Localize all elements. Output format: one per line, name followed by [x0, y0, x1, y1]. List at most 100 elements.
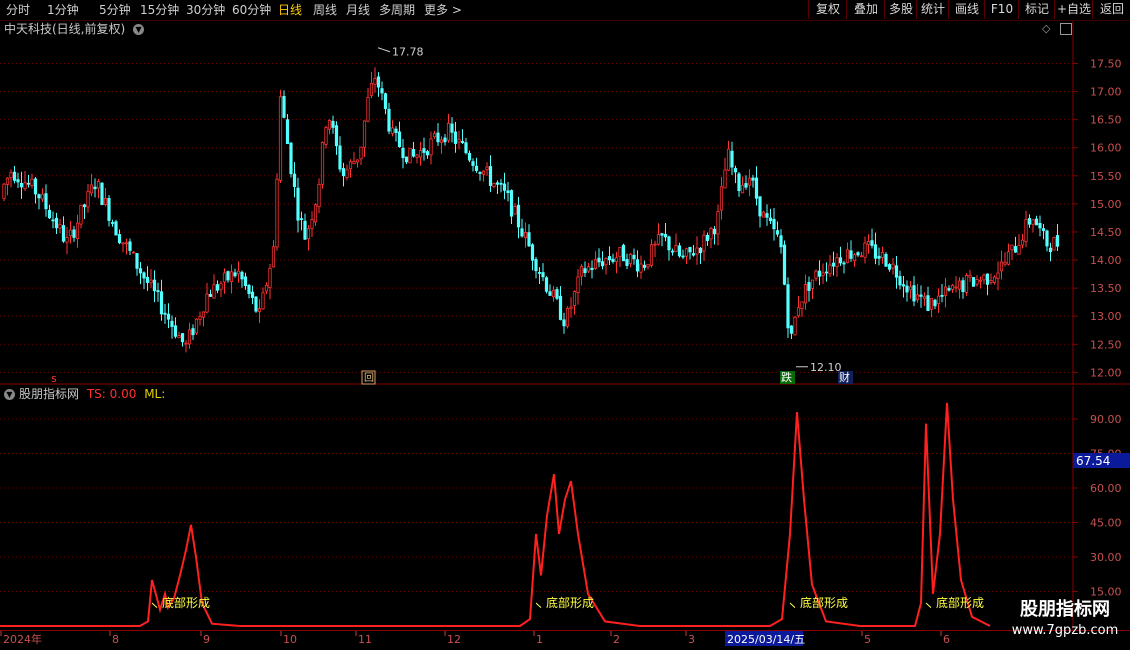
candle-body	[705, 234, 710, 241]
indicator-tick-label: 90.00	[1090, 413, 1122, 426]
candle-body	[1013, 246, 1018, 253]
tab-weekly[interactable]: 周线	[313, 2, 337, 18]
marker-die[interactable]: 跌	[781, 370, 792, 384]
candle-body	[432, 133, 437, 138]
candle-body	[250, 291, 255, 298]
tab-1min[interactable]: 1分钟	[47, 2, 79, 18]
candle-body	[194, 318, 199, 334]
candle-body	[737, 173, 741, 192]
candle-body	[576, 276, 580, 294]
candle-body	[1045, 230, 1049, 247]
candle-body	[1055, 235, 1060, 247]
candle-body	[208, 294, 213, 297]
candle-body	[439, 139, 444, 143]
back-button[interactable]: 返回	[1092, 0, 1130, 19]
candle-body	[548, 291, 552, 296]
candle-body	[124, 242, 129, 245]
candle-body	[404, 156, 409, 163]
signal-label: 底部形成	[546, 595, 594, 610]
candle-body	[558, 295, 563, 320]
marker-cai[interactable]: 财	[839, 370, 850, 384]
signal-label: 底部形成	[162, 595, 210, 610]
candle-body	[824, 271, 829, 274]
candle-body	[408, 147, 412, 164]
candle-body	[352, 161, 356, 164]
candle-body	[1024, 219, 1028, 242]
candle-series	[2, 67, 1060, 353]
candle-body	[5, 177, 10, 185]
candle-body	[1038, 222, 1042, 229]
tab-more[interactable]: 更多 >	[424, 2, 462, 18]
candle-body	[26, 182, 31, 185]
price-tick-label: 13.50	[1090, 282, 1122, 295]
candle-body	[800, 301, 804, 310]
candle-body	[86, 190, 90, 208]
candle-body	[443, 137, 447, 143]
candle-body	[499, 182, 503, 185]
date-axis: 2024年 8 9 10 11 12 1 2 3 5 6 2025/03/14/五	[0, 630, 1130, 646]
candle-body	[614, 257, 619, 262]
tab-multiperiod[interactable]: 多周期	[379, 2, 415, 18]
date-tick-label: 12	[447, 633, 461, 646]
price-tick-label: 16.50	[1090, 114, 1122, 127]
price-tick-label: 17.00	[1090, 86, 1122, 99]
candle-body	[450, 123, 454, 133]
price-tick-label: 12.50	[1090, 338, 1122, 351]
candle-body	[383, 93, 388, 110]
signal-label: 底部形成	[800, 595, 848, 610]
candle-body	[362, 120, 367, 148]
candle-body	[891, 263, 895, 269]
marker-hui[interactable]: 回	[364, 372, 374, 384]
toolbar: 分时 1分钟 5分钟 15分钟 30分钟 60分钟 日线 周线 月线 多周期 更…	[0, 0, 1130, 21]
candle-body	[586, 266, 591, 272]
signal-marker-s[interactable]: s	[51, 372, 57, 385]
candle-body	[457, 138, 461, 143]
current-date: 2025/03/14/五	[727, 633, 805, 646]
candle-body	[754, 177, 759, 199]
candle-body	[240, 271, 244, 280]
candlestick-chart[interactable]: 17.50 17.00 16.50 16.00 15.50 15.00 14.50 14.00…	[0, 21, 1130, 385]
tab-15min[interactable]: 15分钟	[140, 2, 179, 18]
restore-rights-button[interactable]: 复权	[808, 0, 847, 19]
tab-daily[interactable]: 日线	[278, 2, 302, 18]
candle-body	[61, 225, 66, 242]
date-tick-label: 9	[203, 633, 210, 646]
signal-pointer	[925, 602, 932, 608]
multi-stock-button[interactable]: 多股	[884, 0, 917, 19]
candle-body	[793, 316, 797, 336]
candle-body	[355, 159, 360, 163]
candle-body	[96, 181, 101, 189]
indicator-chart[interactable]: 90.0075.0060.0045.0030.0015.00 底部形成底部形成底…	[0, 386, 1130, 630]
candle-body	[905, 285, 909, 293]
candle-body	[254, 296, 258, 312]
draw-line-button[interactable]: 画线	[948, 0, 985, 19]
low-label: 12.10	[810, 361, 842, 374]
statistics-button[interactable]: 统计	[916, 0, 949, 19]
f10-button[interactable]: F10	[984, 0, 1019, 19]
candle-body	[681, 255, 685, 258]
candle-body	[324, 127, 328, 145]
candle-body	[474, 165, 479, 171]
tab-monthly[interactable]: 月线	[346, 2, 370, 18]
candle-body	[418, 150, 423, 158]
candle-body	[870, 240, 874, 246]
candle-body	[527, 232, 531, 247]
candle-body	[989, 280, 993, 283]
tab-60min[interactable]: 60分钟	[232, 2, 271, 18]
tab-30min[interactable]: 30分钟	[186, 2, 225, 18]
candle-body	[695, 247, 699, 255]
candle-body	[390, 127, 395, 134]
tab-timeshare[interactable]: 分时	[6, 2, 30, 18]
add-watchlist-button[interactable]: +自选	[1054, 0, 1093, 19]
tab-5min[interactable]: 5分钟	[99, 2, 131, 18]
candle-body	[789, 325, 794, 334]
candle-body	[1041, 228, 1046, 232]
price-tick-label: 14.50	[1090, 226, 1122, 239]
candle-body	[131, 251, 136, 254]
candle-body	[485, 166, 489, 170]
candle-body	[425, 151, 430, 156]
candle-body	[233, 272, 237, 277]
overlay-button[interactable]: 叠加	[846, 0, 885, 19]
candle-body	[786, 284, 790, 329]
mark-button[interactable]: 标记	[1018, 0, 1055, 19]
